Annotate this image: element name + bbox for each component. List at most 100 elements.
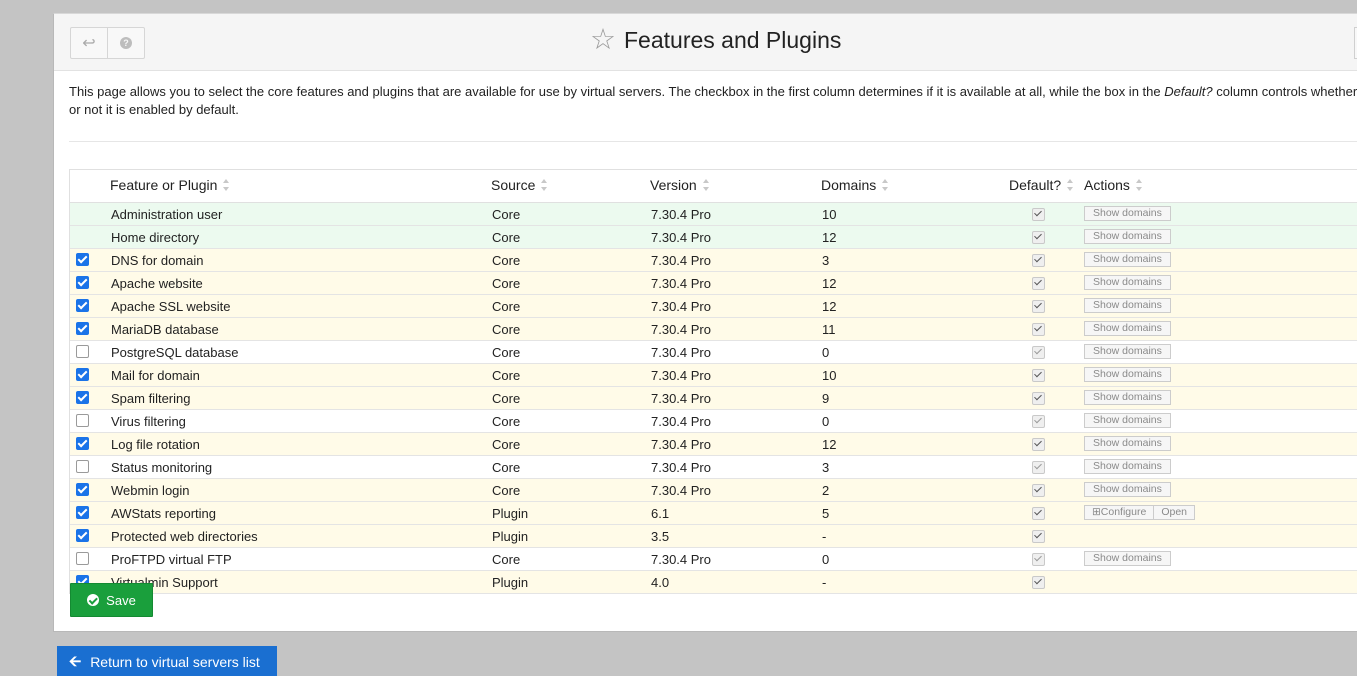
enable-checkbox[interactable] bbox=[76, 437, 89, 450]
star-outline-icon[interactable]: ☆ bbox=[590, 26, 616, 55]
show-domains-button[interactable]: Show domains bbox=[1084, 367, 1171, 382]
enable-checkbox[interactable] bbox=[76, 552, 89, 565]
show-domains-button[interactable]: Show domains bbox=[1084, 206, 1171, 221]
column-label: Domains bbox=[821, 177, 877, 193]
column-header-version[interactable]: Version bbox=[650, 177, 710, 193]
show-domains-button[interactable]: Show domains bbox=[1084, 229, 1171, 244]
table-row: AWStats reporting Plugin 6.1 5 ⊞Configure Ope… bbox=[70, 502, 1357, 525]
source-cell: Core bbox=[492, 230, 521, 245]
source-cell: Core bbox=[492, 552, 521, 567]
show-domains-button[interactable]: Show domains bbox=[1084, 436, 1171, 451]
default-checkbox[interactable] bbox=[1032, 231, 1045, 244]
feature-name: Apache SSL website bbox=[111, 299, 231, 314]
domains-cell: 2 bbox=[822, 483, 830, 498]
column-header-feature[interactable]: Feature or Plugin bbox=[110, 177, 230, 193]
show-domains-button[interactable]: Show domains bbox=[1084, 252, 1171, 267]
show-domains-button[interactable]: Show domains bbox=[1084, 275, 1171, 290]
question-circle-icon: ? bbox=[120, 37, 132, 49]
default-checkbox[interactable] bbox=[1032, 254, 1045, 267]
default-checkbox[interactable] bbox=[1032, 369, 1045, 382]
table-row: Mail for domain Core 7.30.4 Pro 10 Show doma… bbox=[70, 364, 1357, 387]
default-checkbox[interactable] bbox=[1032, 461, 1045, 474]
feature-name: Apache website bbox=[111, 276, 203, 291]
feature-name: AWStats reporting bbox=[111, 506, 217, 521]
table-row: ProFTPD virtual FTP Core 7.30.4 Pro 0 Show d… bbox=[70, 548, 1357, 571]
default-checkbox[interactable] bbox=[1032, 553, 1045, 566]
show-domains-button[interactable]: Show domains bbox=[1084, 298, 1171, 313]
enable-checkbox[interactable] bbox=[76, 460, 89, 473]
version-cell: 7.30.4 Pro bbox=[651, 230, 711, 245]
default-checkbox[interactable] bbox=[1032, 415, 1045, 428]
show-domains-button[interactable]: Show domains bbox=[1084, 321, 1171, 336]
show-domains-button[interactable]: Show domains bbox=[1084, 344, 1171, 359]
domains-cell: 11 bbox=[822, 322, 836, 337]
domains-cell: 9 bbox=[822, 391, 830, 406]
default-checkbox[interactable] bbox=[1032, 208, 1045, 221]
back-button[interactable]: ↩ bbox=[71, 28, 107, 58]
configure-button[interactable]: ⊞Configure bbox=[1085, 506, 1153, 519]
column-header-actions[interactable]: Actions bbox=[1084, 177, 1143, 193]
source-cell: Plugin bbox=[492, 506, 529, 521]
show-domains-button[interactable]: Show domains bbox=[1084, 551, 1171, 566]
save-label: Save bbox=[106, 592, 136, 608]
domains-cell: 3 bbox=[822, 460, 830, 475]
default-checkbox[interactable] bbox=[1032, 300, 1045, 313]
features-panel: ↩ ? ☆ Features and Plugins This page all… bbox=[53, 13, 1357, 632]
version-cell: 3.5 bbox=[651, 529, 670, 544]
enable-checkbox[interactable] bbox=[76, 506, 89, 519]
plugin-action-group: ⊞Configure Open bbox=[1084, 505, 1196, 520]
domains-cell: 12 bbox=[822, 276, 837, 291]
table-row: DNS for domain Core 7.30.4 Pro 3 Show domain… bbox=[70, 249, 1357, 272]
save-button[interactable]: Save bbox=[70, 583, 153, 617]
column-header-source[interactable]: Source bbox=[491, 177, 548, 193]
feature-name: Log file rotation bbox=[111, 437, 200, 452]
enable-checkbox[interactable] bbox=[76, 253, 89, 266]
domains-cell: 0 bbox=[822, 552, 830, 567]
table-row: MariaDB database Core 7.30.4 Pro 11 Show dom… bbox=[70, 318, 1357, 341]
feature-name: Mail for domain bbox=[111, 368, 200, 383]
column-label: Feature or Plugin bbox=[110, 177, 218, 193]
default-checkbox[interactable] bbox=[1032, 323, 1045, 336]
version-cell: 6.1 bbox=[651, 506, 670, 521]
open-button[interactable]: Open bbox=[1153, 506, 1194, 519]
enable-checkbox[interactable] bbox=[76, 483, 89, 496]
default-checkbox[interactable] bbox=[1032, 530, 1045, 543]
show-domains-button[interactable]: Show domains bbox=[1084, 413, 1171, 428]
enable-checkbox[interactable] bbox=[76, 276, 89, 289]
source-cell: Core bbox=[492, 253, 521, 268]
version-cell: 4.0 bbox=[651, 575, 670, 590]
show-domains-button[interactable]: Show domains bbox=[1084, 390, 1171, 405]
enable-checkbox[interactable] bbox=[76, 368, 89, 381]
show-domains-button[interactable]: Show domains bbox=[1084, 459, 1171, 474]
page-description: This page allows you to select the core … bbox=[69, 83, 1357, 119]
source-cell: Core bbox=[492, 322, 521, 337]
default-checkbox[interactable] bbox=[1032, 507, 1045, 520]
enable-checkbox[interactable] bbox=[76, 322, 89, 335]
domains-cell: 0 bbox=[822, 414, 830, 429]
column-header-domains[interactable]: Domains bbox=[821, 177, 889, 193]
default-checkbox[interactable] bbox=[1032, 346, 1045, 359]
column-header-default[interactable]: Default? bbox=[1009, 177, 1074, 193]
return-label: Return to virtual servers list bbox=[90, 654, 260, 670]
default-checkbox[interactable] bbox=[1032, 392, 1045, 405]
default-checkbox[interactable] bbox=[1032, 438, 1045, 451]
enable-checkbox[interactable] bbox=[76, 391, 89, 404]
enable-checkbox[interactable] bbox=[76, 414, 89, 427]
default-checkbox[interactable] bbox=[1032, 484, 1045, 497]
enable-checkbox[interactable] bbox=[76, 529, 89, 542]
help-button[interactable]: ? bbox=[107, 28, 144, 58]
feature-name: Spam filtering bbox=[111, 391, 191, 406]
table-row: Virtualmin Support Plugin 4.0- bbox=[70, 571, 1357, 594]
feature-name: Status monitoring bbox=[111, 460, 213, 475]
sort-icon bbox=[1067, 179, 1074, 191]
show-domains-button[interactable]: Show domains bbox=[1084, 482, 1171, 497]
default-checkbox[interactable] bbox=[1032, 277, 1045, 290]
enable-checkbox[interactable] bbox=[76, 345, 89, 358]
domains-cell: 12 bbox=[822, 437, 837, 452]
description-text-1: This page allows you to select the core … bbox=[69, 84, 1165, 99]
divider bbox=[69, 141, 1357, 142]
feature-name: PostgreSQL database bbox=[111, 345, 239, 360]
default-checkbox[interactable] bbox=[1032, 576, 1045, 589]
enable-checkbox[interactable] bbox=[76, 299, 89, 312]
domains-cell: 5 bbox=[822, 506, 830, 521]
